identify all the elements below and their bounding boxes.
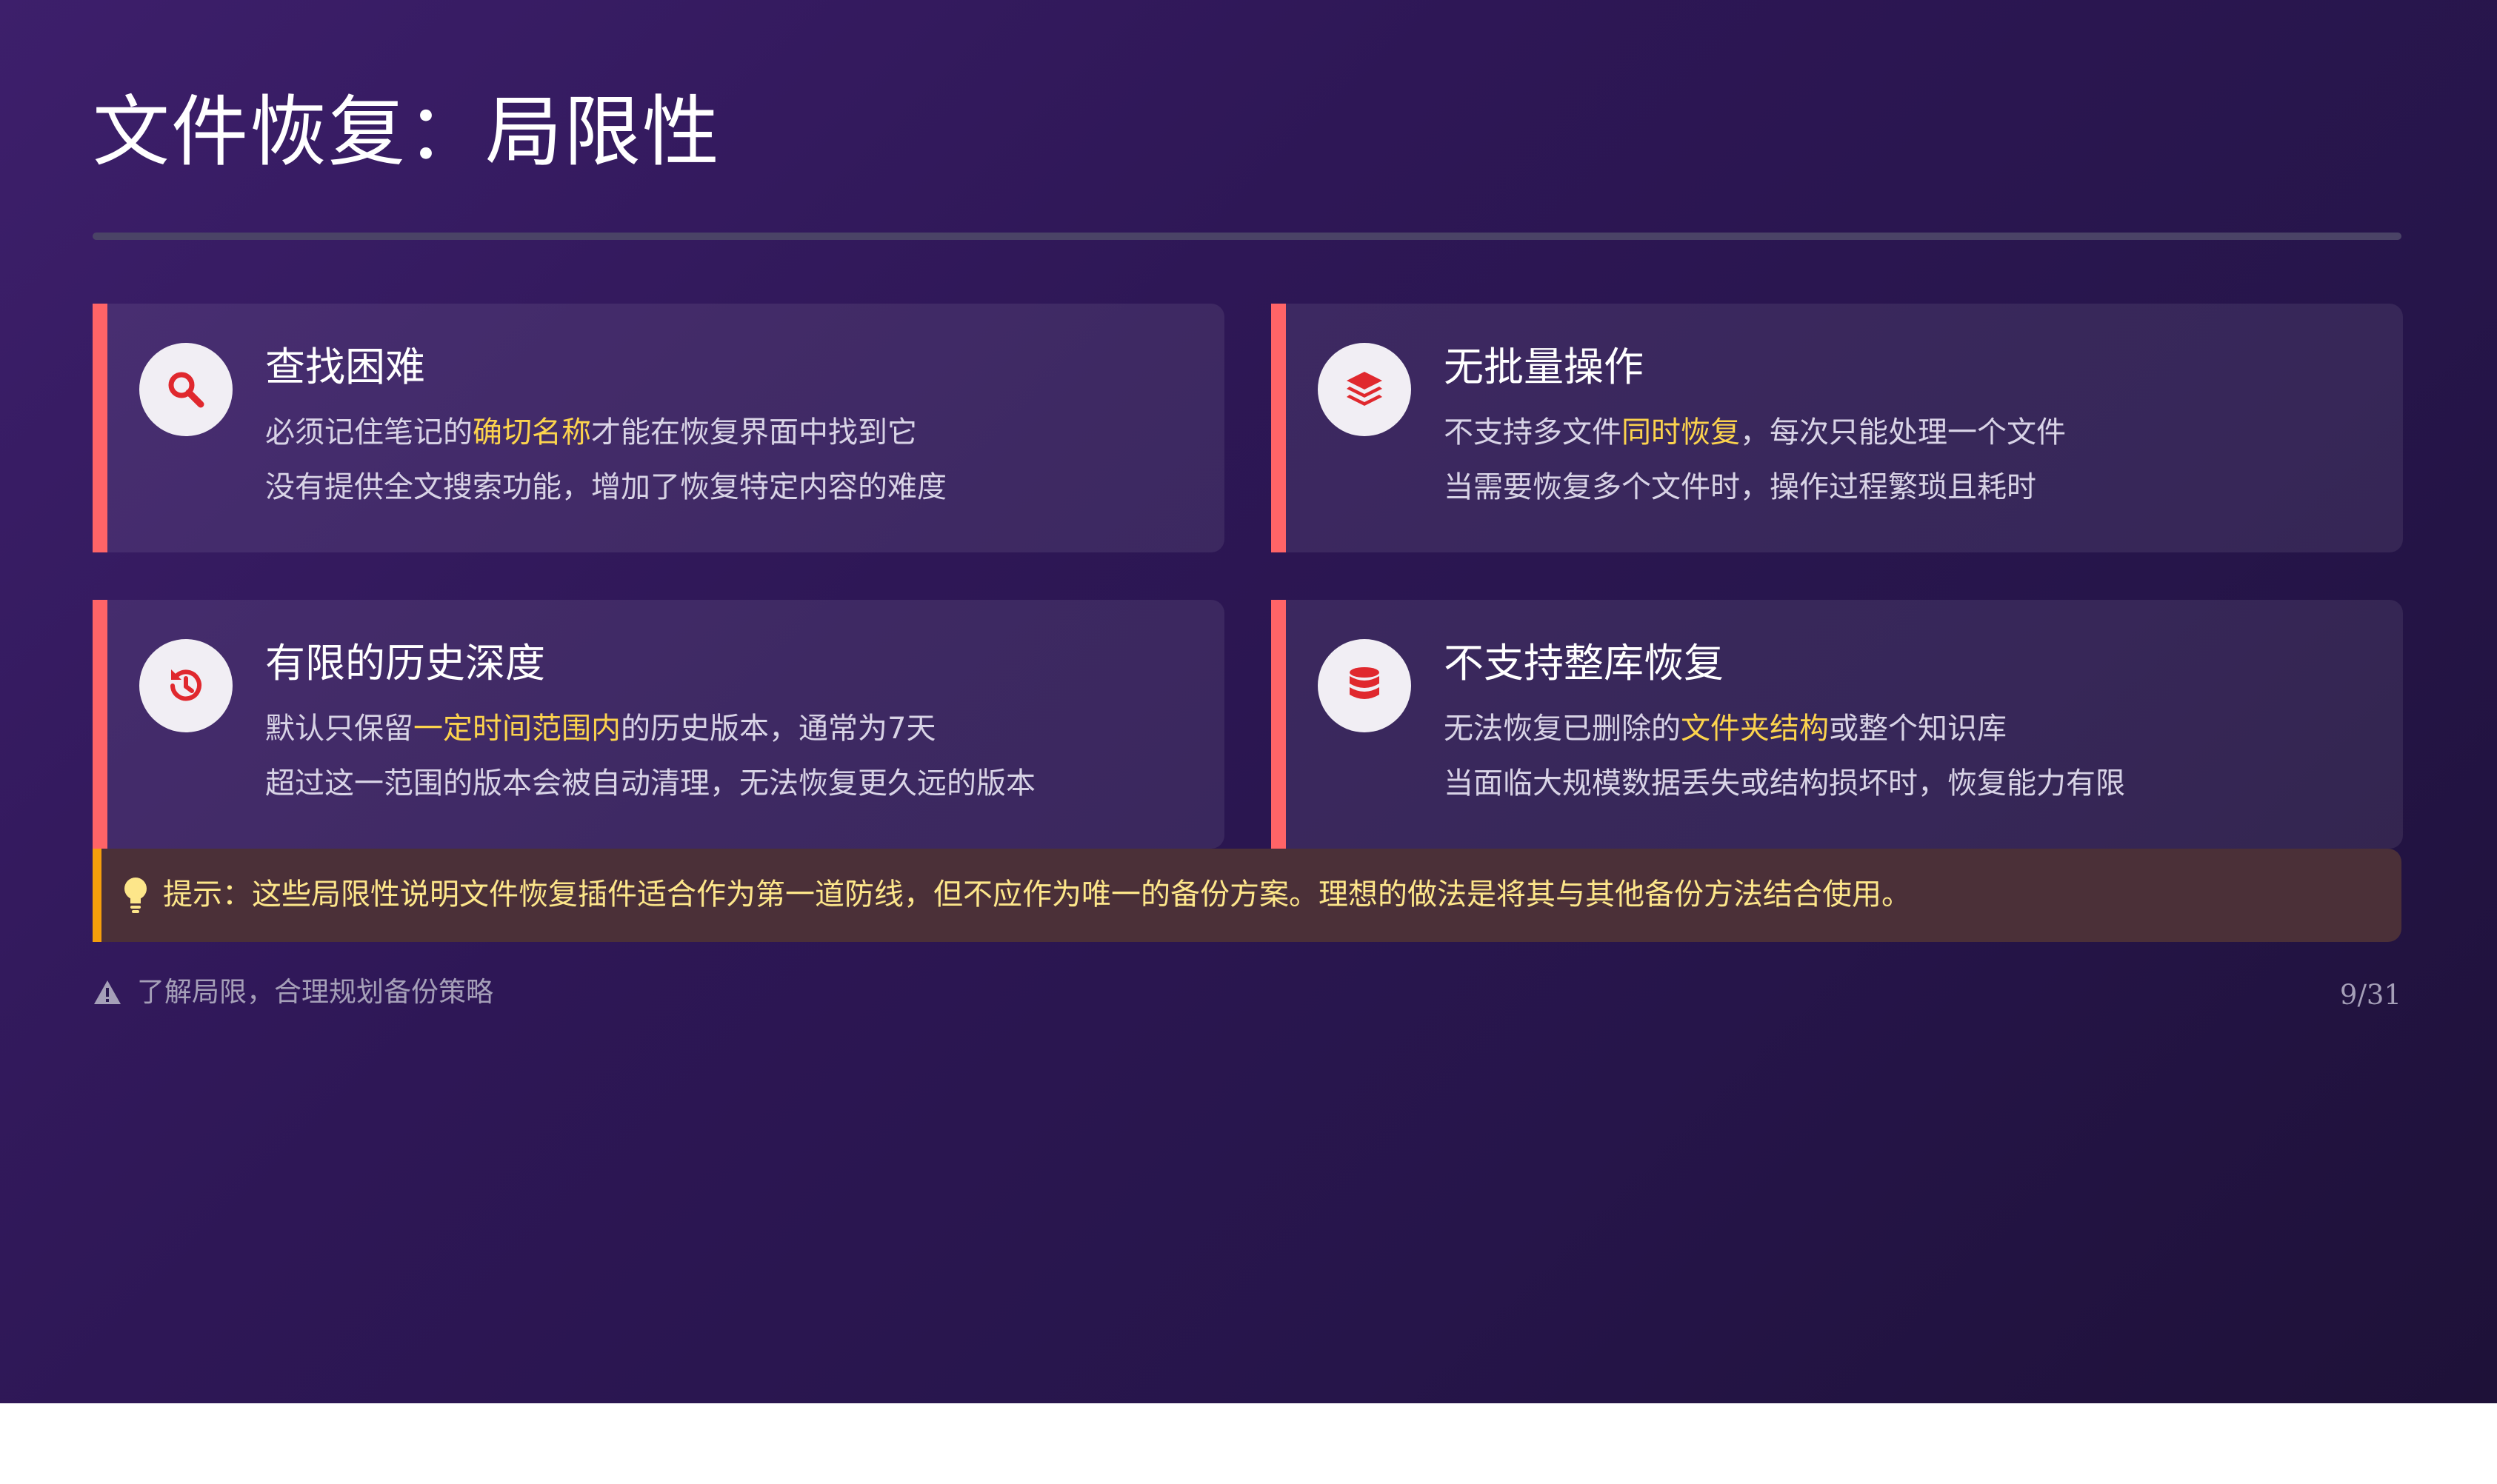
card-description-line1: 默认只保留一定时间范围内的历史版本，通常为7天: [265, 712, 936, 746]
search-icon: [168, 372, 204, 408]
highlight-text: 文件夹结构: [1681, 712, 1829, 746]
card-icon-badge: [139, 639, 233, 732]
footer-note: 了解局限，合理规划备份策略: [93, 972, 493, 1013]
card-icon-badge: [1318, 343, 1411, 436]
tip-banner: 提示：这些局限性说明文件恢复插件适合作为第一道防线，但不应作为唯一的备份方案。理…: [93, 849, 2401, 942]
warning-icon: [94, 980, 121, 1004]
highlight-text: 确切名称: [473, 415, 591, 449]
card-title: 不支持整库恢复: [1444, 640, 1724, 686]
card-description-line2: 没有提供全文搜索功能，增加了恢复特定内容的难度: [265, 470, 947, 504]
card-no-batch: 无批量操作 不支持多文件同时恢复，每次只能处理一个文件 当需要恢复多个文件时，操…: [1271, 304, 2403, 552]
card-title: 无批量操作: [1444, 344, 1644, 390]
page-number: 9/31: [2339, 979, 2401, 1011]
page-title: 文件恢复：局限性: [93, 87, 721, 177]
card-description-line1: 无法恢复已删除的文件夹结构或整个知识库: [1444, 712, 2007, 746]
card-search-difficulty: 查找困难 必须记住笔记的确切名称才能在恢复界面中找到它 没有提供全文搜索功能，增…: [93, 304, 1224, 552]
lightbulb-icon: [124, 878, 147, 913]
footer-text: 了解局限，合理规划备份策略: [137, 976, 493, 1008]
card-title: 有限的历史深度: [265, 640, 545, 686]
highlight-text: 一定时间范围内: [413, 712, 621, 746]
card-description-line2: 超过这一范围的版本会被自动清理，无法恢复更久远的版本: [265, 766, 1036, 801]
history-icon: [170, 669, 201, 701]
card-icon-badge: [1318, 639, 1411, 732]
layers-icon: [1347, 372, 1382, 406]
card-limited-history: 有限的历史深度 默认只保留一定时间范围内的历史版本，通常为7天 超过这一范围的版…: [93, 600, 1224, 849]
title-divider: [93, 233, 2401, 240]
card-title: 查找困难: [265, 344, 425, 390]
card-description-line1: 必须记住笔记的确切名称才能在恢复界面中找到它: [265, 415, 917, 449]
database-icon: [1350, 667, 1379, 699]
slide: 文件恢复：局限性 查找困难 必须记住笔记的确切名称才能在恢复界面中找到它 没有提…: [0, 0, 2497, 1403]
card-icon-badge: [139, 343, 233, 436]
card-description-line2: 当需要恢复多个文件时，操作过程繁琐且耗时: [1444, 470, 2036, 504]
card-description-line2: 当面临大规模数据丢失或结构损坏时，恢复能力有限: [1444, 766, 2125, 801]
highlight-text: 同时恢复: [1621, 415, 1740, 449]
card-no-full-restore: 不支持整库恢复 无法恢复已删除的文件夹结构或整个知识库 当面临大规模数据丢失或结…: [1271, 600, 2403, 849]
card-description-line1: 不支持多文件同时恢复，每次只能处理一个文件: [1444, 415, 2066, 449]
tip-text: 提示：这些局限性说明文件恢复插件适合作为第一道防线，但不应作为唯一的备份方案。理…: [163, 878, 1911, 912]
